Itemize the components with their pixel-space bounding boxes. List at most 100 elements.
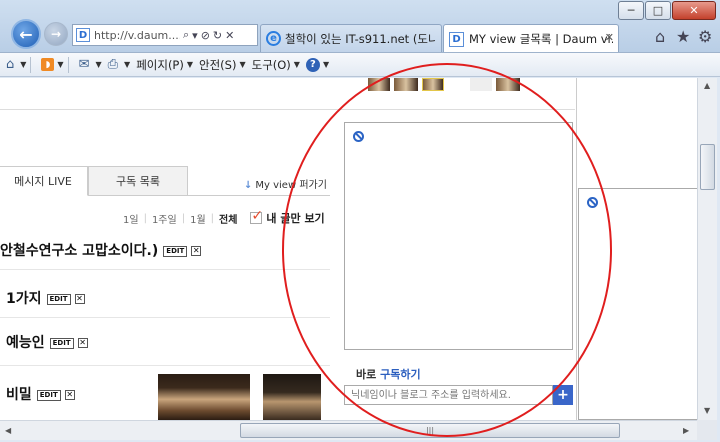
blocked-content-icon (353, 131, 364, 142)
share-label: My view 퍼가기 (255, 180, 327, 191)
safety-menu-label: 안전(S) (199, 57, 237, 72)
edit-button[interactable]: EDIT (46, 293, 71, 305)
vertical-scrollbar[interactable]: ▲ ▼ (697, 78, 717, 420)
browser-tab[interactable]: e 철학이 있는 IT-s911.net (도니... (260, 24, 442, 52)
edit-button[interactable]: EDIT (49, 337, 74, 349)
page-viewport: 메시지 LIVE 구독 목록 ↓ My view 퍼가기 1일 | 1주일 | 1월 |… (0, 78, 697, 420)
favorites-star-icon[interactable]: ★ (676, 27, 690, 46)
add-subscription-button[interactable]: + (553, 385, 573, 405)
compat-view-icon[interactable]: ⊘ (201, 29, 210, 42)
ie-page-icon: e (266, 31, 281, 46)
edit-button[interactable]: EDIT (36, 389, 61, 401)
list-item: 안철수연구소 고맙소이다.) EDIT ✕ (0, 222, 330, 270)
chevron-down-icon: ▼ (293, 60, 300, 69)
horizontal-scrollbar[interactable]: ◀ ||| ▶ (0, 420, 697, 440)
browser-titlebar: ─ □ ✕ ← → D http://v.daum.... ⌕ ▾ ⊘ ↻ ✕ … (0, 0, 720, 53)
page-menu-label: 페이지(P) (136, 57, 184, 72)
chevron-down-icon: ▼ (20, 60, 27, 69)
chevron-down-icon: ▼ (322, 60, 330, 69)
delete-button[interactable]: ✕ (64, 390, 75, 400)
chevron-down-icon: ▼ (57, 60, 64, 69)
divider (67, 56, 69, 73)
rss-icon: ◗ (41, 58, 55, 71)
divider (188, 195, 330, 196)
thumbnail-image[interactable] (422, 78, 444, 91)
post-thumbnail-image[interactable] (158, 374, 250, 420)
post-title[interactable]: 비밀 (6, 387, 32, 403)
home-icon[interactable]: ⌂ (655, 27, 665, 46)
daum-favicon-icon: D (76, 28, 90, 42)
stop-icon[interactable]: ✕ (225, 29, 234, 42)
command-bar: ⌂ ▼ ◗ ▼ ✉ ▼ ⎙ ▼ 페이지(P) ▼ 안전(S) ▼ 도구(O) ▼ ? ▼ (0, 52, 720, 77)
scroll-right-icon[interactable]: ▶ (683, 426, 689, 435)
browser-tab-active[interactable]: D MY view 글목록 | Daum vi... ✕ (443, 24, 619, 53)
list-item: 1가지 EDIT ✕ (0, 270, 330, 318)
chevron-down-icon: ▼ (186, 60, 194, 69)
horizontal-scroll-thumb[interactable]: ||| (240, 423, 620, 438)
scroll-left-icon[interactable]: ◀ (5, 426, 11, 435)
help-menu[interactable]: ? ▼ (305, 57, 330, 72)
maximize-button[interactable]: □ (645, 1, 671, 20)
thumbnail-image[interactable] (496, 78, 520, 91)
mail-command[interactable]: ✉ ▼ (79, 57, 102, 72)
home-command[interactable]: ⌂ ▼ (6, 57, 26, 72)
printer-icon: ⎙ (107, 57, 119, 72)
post-title-row: 1가지 EDIT ✕ (6, 288, 85, 308)
chevron-down-icon[interactable]: ▾ (192, 29, 198, 42)
tab-label: 구독 목록 (116, 175, 160, 188)
list-item: 예능인 EDIT ✕ (0, 318, 330, 366)
close-tab-icon[interactable]: ✕ (605, 31, 614, 44)
delete-button[interactable]: ✕ (74, 294, 85, 304)
post-title[interactable]: 예능인 (6, 335, 45, 351)
tab-message-live[interactable]: 메시지 LIVE (0, 166, 88, 196)
subscribe-heading: 바로 구독하기 (356, 366, 421, 382)
subscribe-input[interactable] (344, 385, 553, 405)
thumbnail-image[interactable] (470, 78, 492, 91)
top-thumbnail-strip (0, 78, 575, 110)
page-menu[interactable]: 페이지(P) ▼ (136, 57, 193, 73)
tab-subscription-list[interactable]: 구독 목록 (88, 166, 188, 196)
chevron-down-icon: ▼ (124, 60, 131, 69)
thumbnail-image[interactable] (394, 78, 418, 91)
subscribe-link[interactable]: 구독하기 (380, 368, 420, 381)
blocked-widget-frame (578, 188, 697, 420)
delete-button[interactable]: ✕ (77, 338, 88, 348)
tools-menu[interactable]: 도구(O) ▼ (252, 57, 300, 73)
tab-label: 메시지 LIVE (14, 175, 72, 188)
post-title-row: 예능인 EDIT ✕ (6, 332, 88, 352)
post-thumbnail-image[interactable] (263, 374, 321, 420)
post-title-row: 안철수연구소 고맙소이다.) EDIT ✕ (0, 240, 202, 260)
search-icon[interactable]: ⌕ (183, 28, 189, 42)
arrow-down-icon: ↓ (244, 180, 253, 191)
blocked-content-icon (587, 197, 598, 208)
home-icon: ⌂ (6, 57, 15, 72)
post-title-row: 비밀 EDIT ✕ (6, 384, 75, 404)
address-bar[interactable]: D http://v.daum.... ⌕ ▾ ⊘ ↻ ✕ (72, 24, 258, 46)
delete-button[interactable]: ✕ (191, 246, 202, 256)
url-text[interactable]: http://v.daum.... (94, 29, 180, 42)
help-icon: ? (305, 57, 320, 72)
edit-button[interactable]: EDIT (163, 245, 188, 257)
blocked-widget-frame (344, 122, 573, 350)
tools-menu-label: 도구(O) (251, 57, 291, 72)
gear-icon[interactable]: ⚙ (698, 27, 712, 46)
minimize-button[interactable]: ─ (618, 1, 644, 20)
mail-icon: ✉ (78, 57, 90, 72)
vertical-scroll-thumb[interactable] (700, 144, 715, 190)
back-button[interactable]: ← (11, 19, 41, 49)
post-title[interactable]: 안철수연구소 고맙소이다.) (0, 243, 158, 259)
myview-share-link[interactable]: ↓ My view 퍼가기 (244, 176, 327, 191)
print-command[interactable]: ⎙ ▼ (108, 57, 131, 72)
tab-label: 철학이 있는 IT-s911.net (도니... (285, 31, 436, 46)
scroll-grip-icon: ||| (425, 426, 435, 435)
scroll-up-icon[interactable]: ▲ (704, 81, 710, 90)
thumbnail-image[interactable] (368, 78, 390, 91)
close-window-button[interactable]: ✕ (672, 1, 716, 20)
post-title[interactable]: 1가지 (6, 291, 42, 307)
divider (30, 56, 32, 73)
refresh-icon[interactable]: ↻ (213, 29, 222, 42)
forward-button[interactable]: → (44, 22, 68, 46)
feeds-command[interactable]: ◗ ▼ (41, 58, 64, 71)
safety-menu[interactable]: 안전(S) ▼ (199, 57, 246, 73)
scroll-down-icon[interactable]: ▼ (704, 406, 710, 415)
